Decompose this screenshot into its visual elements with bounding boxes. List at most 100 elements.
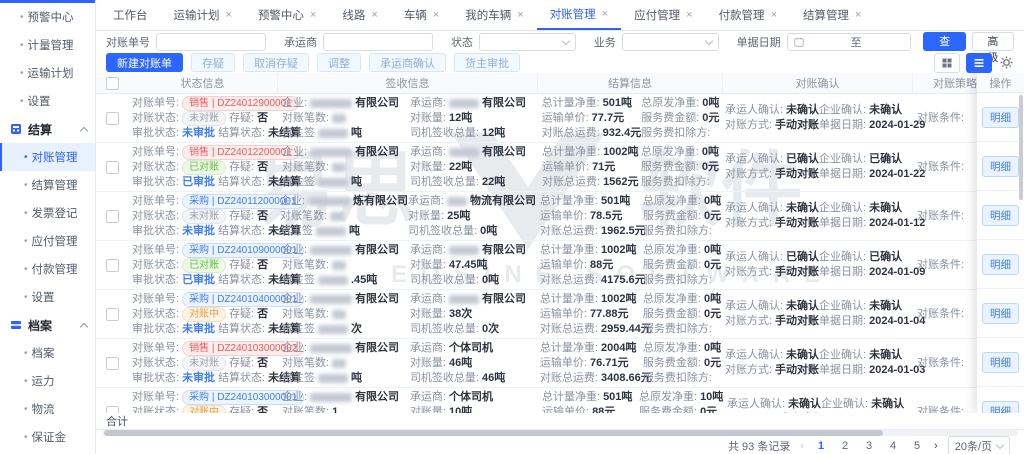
sidebar-item-label: 档案 bbox=[32, 345, 55, 361]
row-checkbox[interactable] bbox=[106, 357, 119, 370]
detail-button[interactable]: 明细 bbox=[982, 205, 1019, 226]
tab[interactable]: 预警中心 × bbox=[245, 0, 329, 30]
select-all-checkbox[interactable] bbox=[106, 77, 119, 90]
page-size-select[interactable]: 20条/页 bbox=[948, 436, 1010, 454]
row-checkbox[interactable] bbox=[106, 259, 119, 272]
page-number[interactable]: 5 bbox=[910, 440, 924, 452]
confirm-cell: 承运人确认:未确认 对账方式:手动对账 企业确认:未确认 单据日期:2024-0… bbox=[723, 339, 913, 387]
sidebar-item[interactable]: • 运输计划 bbox=[0, 59, 95, 87]
sidebar-item[interactable]: • 预警中心 bbox=[0, 3, 95, 31]
status-select[interactable] bbox=[479, 33, 576, 51]
page-size-value: 20条/页 bbox=[955, 438, 992, 454]
detail-button[interactable]: 明细 bbox=[982, 352, 1019, 373]
tab-label: 预警中心 bbox=[258, 7, 304, 23]
sidebar-item[interactable]: • 计量管理 bbox=[0, 31, 95, 59]
sidebar-item[interactable]: • 保证金 bbox=[0, 423, 95, 451]
toolbar-button[interactable]: 调整 bbox=[317, 53, 361, 72]
doubt-value: 否 bbox=[257, 111, 268, 126]
page-number[interactable]: 3 bbox=[862, 440, 876, 452]
tab-close-icon[interactable]: × bbox=[371, 9, 377, 21]
sidebar-item[interactable]: • 结算管理 bbox=[0, 171, 95, 199]
redacted-carrier bbox=[449, 295, 479, 304]
tab[interactable]: 车辆 × bbox=[391, 0, 452, 30]
sidebar-item[interactable]: • 设置 bbox=[0, 87, 95, 115]
tab-close-icon[interactable]: × bbox=[226, 9, 232, 21]
confirm-cell: 承运人确认:未确认 对账方式:手动对账 企业确认:未确认 单据日期: bbox=[723, 388, 913, 413]
horizontal-scrollbar[interactable] bbox=[102, 430, 1018, 436]
tab[interactable]: 我的车辆 × bbox=[452, 0, 536, 30]
tab-close-icon[interactable]: × bbox=[310, 9, 316, 21]
owner-sign-suffix: 吨 bbox=[351, 175, 362, 190]
tab-close-icon[interactable]: × bbox=[686, 9, 692, 21]
toolbar-button[interactable]: 取消存疑 bbox=[243, 53, 309, 72]
sidebar-item[interactable]: • 付款管理 bbox=[0, 255, 95, 283]
sidebar-item[interactable]: • 应付管理 bbox=[0, 227, 95, 255]
search-button[interactable]: 查找 bbox=[923, 32, 965, 51]
sidebar-section-archive[interactable]: 档案 bbox=[0, 311, 95, 339]
section-label: 结算 bbox=[28, 121, 52, 138]
row-checkbox[interactable] bbox=[106, 112, 119, 125]
advanced-button[interactable]: 高级 bbox=[972, 32, 1014, 51]
vertical-scrollbar-thumb[interactable] bbox=[1019, 95, 1023, 200]
tab[interactable]: 付款管理 × bbox=[706, 0, 790, 30]
vertical-scrollbar[interactable] bbox=[1019, 95, 1023, 411]
row-checkbox[interactable] bbox=[106, 308, 119, 321]
page-number[interactable]: 2 bbox=[838, 440, 852, 452]
row-checkbox[interactable] bbox=[106, 406, 119, 414]
row-checkbox[interactable] bbox=[106, 210, 119, 223]
recon-no-input[interactable] bbox=[156, 33, 266, 51]
redacted-company bbox=[310, 246, 352, 255]
horizontal-scrollbar-thumb[interactable] bbox=[104, 430, 883, 436]
owner-sign-suffix: 吨 bbox=[349, 224, 360, 239]
tab[interactable]: 应付管理 × bbox=[621, 0, 705, 30]
calendar-icon bbox=[794, 37, 804, 47]
tab-close-icon[interactable]: × bbox=[771, 9, 777, 21]
page-number[interactable]: 1 bbox=[814, 440, 828, 452]
tab[interactable]: 运输计划 × bbox=[161, 0, 245, 30]
detail-button[interactable]: 明细 bbox=[982, 401, 1019, 414]
list-view-button[interactable] bbox=[966, 53, 992, 73]
approve-status: 已审批 bbox=[182, 175, 215, 190]
sidebar-item[interactable]: • 运力 bbox=[0, 367, 95, 395]
filter-bar: 对账单号 承运商 状态 业务 单据日期 至 查找 高级 bbox=[96, 31, 1024, 52]
next-page-icon[interactable]: › bbox=[934, 440, 938, 452]
tab-close-icon[interactable]: × bbox=[517, 9, 523, 21]
detail-button[interactable]: 明细 bbox=[982, 254, 1019, 275]
detail-button[interactable]: 明细 bbox=[982, 107, 1019, 128]
tab[interactable]: 工作台 × bbox=[100, 0, 161, 30]
doubt-value: 否 bbox=[257, 209, 268, 224]
tab-close-icon[interactable]: × bbox=[602, 8, 608, 20]
date-range-picker[interactable]: 至 bbox=[787, 33, 912, 51]
row-checkbox[interactable] bbox=[106, 161, 119, 174]
toolbar-button[interactable]: 承运商确认 bbox=[369, 53, 446, 72]
page-number[interactable]: 4 bbox=[886, 440, 900, 452]
sidebar-item[interactable]: • 对账管理 bbox=[0, 143, 95, 171]
column-settle-info: 结算信息 bbox=[538, 73, 723, 93]
tab[interactable]: 对账管理 × bbox=[537, 0, 621, 30]
sidebar-item[interactable]: • 物流 bbox=[0, 395, 95, 423]
toolbar-button[interactable]: 存疑 bbox=[191, 53, 235, 72]
sidebar-item[interactable]: • 发票登记 bbox=[0, 199, 95, 227]
toolbar-button[interactable]: 货主审批 bbox=[454, 53, 520, 72]
tab[interactable]: 线路 × bbox=[329, 0, 390, 30]
tab-close-icon[interactable]: × bbox=[433, 9, 439, 21]
sidebar-section-settlement[interactable]: 结算 bbox=[0, 115, 95, 143]
grid-view-button[interactable] bbox=[934, 53, 960, 73]
tab[interactable]: 结算管理 × bbox=[790, 0, 874, 30]
business-select[interactable] bbox=[622, 33, 719, 51]
driver-sign-qty: 0次 bbox=[482, 322, 499, 337]
sidebar-item[interactable]: • 档案 bbox=[0, 339, 95, 367]
detail-button[interactable]: 明细 bbox=[982, 156, 1019, 177]
gear-icon[interactable] bbox=[998, 55, 1014, 71]
prev-page-icon[interactable]: ‹ bbox=[800, 440, 804, 452]
orig-net: 0吨 bbox=[702, 145, 719, 160]
sidebar-item-label: 运输计划 bbox=[28, 65, 74, 81]
tab-label: 运输计划 bbox=[174, 7, 220, 23]
sidebar-item[interactable]: • 设置 bbox=[0, 283, 95, 311]
bullet-icon: • bbox=[20, 12, 24, 23]
tab-close-icon[interactable]: × bbox=[855, 9, 861, 21]
toolbar-button[interactable]: 新建对账单 bbox=[106, 53, 183, 72]
detail-button[interactable]: 明细 bbox=[982, 303, 1019, 324]
carrier-input[interactable] bbox=[323, 33, 433, 51]
orig-net: 10吨 bbox=[700, 390, 723, 405]
